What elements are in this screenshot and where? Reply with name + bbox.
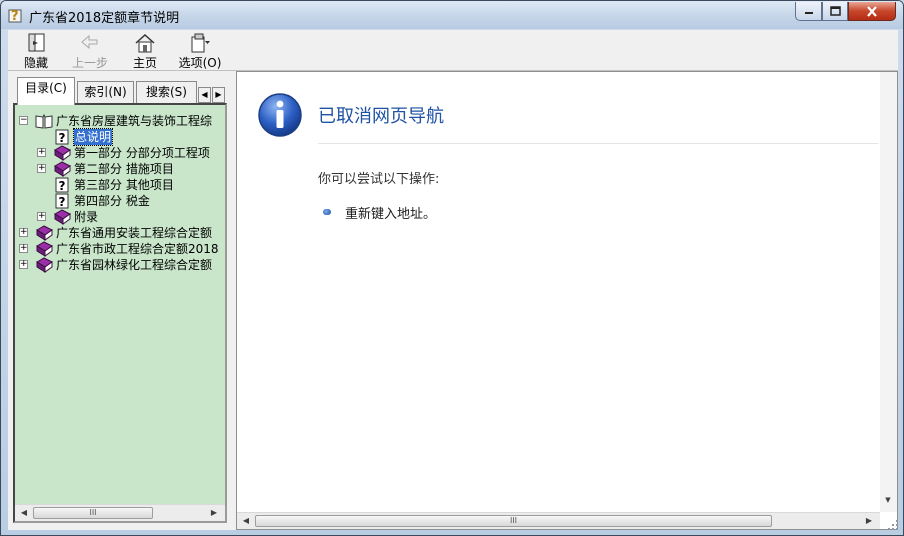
hide-pane-icon xyxy=(28,33,45,52)
tabs-scroll-right[interactable]: ▶ xyxy=(212,87,225,103)
tree-node-label: 第二部分 措施项目 xyxy=(74,162,174,176)
options-label: 选项(O) xyxy=(178,56,222,70)
tree-node-label: 广东省通用安装工程综合定额 xyxy=(56,226,213,240)
contents-tree-panel: − 广东省房屋建筑与装饰工程综 ? 总说明 + 第一部分 分部分项工程项 + 第… xyxy=(13,103,227,523)
back-arrow-icon xyxy=(81,34,98,50)
scroll-thumb[interactable]: III xyxy=(255,515,772,527)
back-label: 上一步 xyxy=(71,56,108,70)
content-vertical-scrollbar[interactable]: ▼ xyxy=(880,72,897,512)
closed-book-icon xyxy=(36,257,53,273)
collapse-toggle[interactable]: − xyxy=(19,116,28,125)
scroll-left-arrow[interactable]: ◀ xyxy=(17,507,31,519)
maximize-icon xyxy=(829,6,841,16)
contents-tree[interactable]: − 广东省房屋建筑与装饰工程综 ? 总说明 + 第一部分 分部分项工程项 + 第… xyxy=(15,105,225,497)
help-page-icon: ? xyxy=(55,129,69,145)
tab-contents[interactable]: 目录(C) xyxy=(17,77,75,105)
suggestion-intro: 你可以尝试以下操作: xyxy=(318,172,440,187)
help-window: ? 广东省2018定额章节说明 隐藏 上一步 主页 选项(O) 目录(C) 索引… xyxy=(0,0,904,536)
window-title: 广东省2018定额章节说明 xyxy=(29,11,180,26)
scroll-right-arrow[interactable]: ▶ xyxy=(862,515,876,527)
svg-text:?: ? xyxy=(59,195,66,209)
hide-button[interactable]: 隐藏 xyxy=(10,32,62,70)
tree-node-label: 广东省市政工程综合定额2018 xyxy=(56,242,219,256)
closed-book-icon xyxy=(54,145,71,161)
closed-book-icon xyxy=(36,241,53,257)
tab-index[interactable]: 索引(N) xyxy=(77,81,134,103)
svg-text:?: ? xyxy=(59,131,66,145)
scroll-left-arrow[interactable]: ◀ xyxy=(239,515,253,527)
tree-node-label: 附录 xyxy=(74,210,99,224)
maximize-button[interactable] xyxy=(822,2,848,21)
minimize-button[interactable] xyxy=(795,2,822,21)
nav-tabs: 目录(C) 索引(N) 搜索(S) ◀ ▶ xyxy=(12,77,234,105)
error-title: 已取消网页导航 xyxy=(318,106,444,127)
minimize-icon xyxy=(804,12,813,14)
navigation-pane: 目录(C) 索引(N) 搜索(S) ◀ ▶ − 广东省房屋建筑与装饰工程综 ? … xyxy=(8,71,231,530)
expand-toggle[interactable]: + xyxy=(37,148,46,157)
options-icon xyxy=(191,33,210,53)
resize-grip-icon[interactable] xyxy=(887,519,899,531)
tab-search[interactable]: 搜索(S) xyxy=(136,81,197,103)
scroll-down-arrow[interactable]: ▼ xyxy=(881,494,895,506)
toolbar: 隐藏 上一步 主页 选项(O) xyxy=(8,30,898,71)
options-button[interactable]: 选项(O) xyxy=(174,32,226,70)
close-icon xyxy=(867,5,877,17)
help-page-icon: ? xyxy=(55,193,69,209)
content-pane: 已取消网页导航 你可以尝试以下操作: 重新键入地址。 ▼ ◀ III ▶ xyxy=(236,71,898,530)
info-icon xyxy=(258,93,302,137)
closed-book-icon xyxy=(54,209,71,225)
expand-toggle[interactable]: + xyxy=(37,212,46,221)
hide-label: 隐藏 xyxy=(23,56,48,70)
expand-toggle[interactable]: + xyxy=(19,244,28,253)
tree-node-label: 广东省房屋建筑与装饰工程综 xyxy=(56,114,213,128)
back-button[interactable]: 上一步 xyxy=(64,32,116,70)
expand-toggle[interactable]: + xyxy=(19,260,28,269)
content-horizontal-scrollbar[interactable]: ◀ III ▶ xyxy=(237,512,880,529)
home-icon xyxy=(135,33,155,53)
open-book-icon xyxy=(35,113,53,129)
tree-node-label: 广东省园林绿化工程综合定额 xyxy=(56,258,213,272)
tree-node-label: 第三部分 其他项目 xyxy=(74,178,174,192)
scroll-right-arrow[interactable]: ▶ xyxy=(207,507,221,519)
tree-node-label: 第四部分 税金 xyxy=(74,194,150,208)
scroll-thumb[interactable]: III xyxy=(33,507,153,519)
svg-text:?: ? xyxy=(59,179,66,193)
closed-book-icon xyxy=(54,161,71,177)
tree-horizontal-scrollbar[interactable]: ◀ III ▶ xyxy=(15,504,225,521)
help-file-icon: ? xyxy=(8,9,22,23)
home-label: 主页 xyxy=(132,56,157,70)
home-button[interactable]: 主页 xyxy=(119,32,171,70)
title-bar[interactable]: ? 广东省2018定额章节说明 xyxy=(1,1,903,29)
close-button[interactable] xyxy=(848,2,896,21)
expand-toggle[interactable]: + xyxy=(37,164,46,173)
tree-node-label: 第一部分 分部分项工程项 xyxy=(74,146,210,160)
tabs-scroll-left[interactable]: ◀ xyxy=(198,87,211,103)
tree-node-label: 总说明 xyxy=(72,128,114,146)
bullet-icon xyxy=(323,209,331,215)
closed-book-icon xyxy=(36,225,53,241)
expand-toggle[interactable]: + xyxy=(19,228,28,237)
svg-text:?: ? xyxy=(11,9,19,23)
help-page-icon: ? xyxy=(55,177,69,193)
divider xyxy=(318,143,878,144)
suggestion-item: 重新键入地址。 xyxy=(345,207,437,222)
